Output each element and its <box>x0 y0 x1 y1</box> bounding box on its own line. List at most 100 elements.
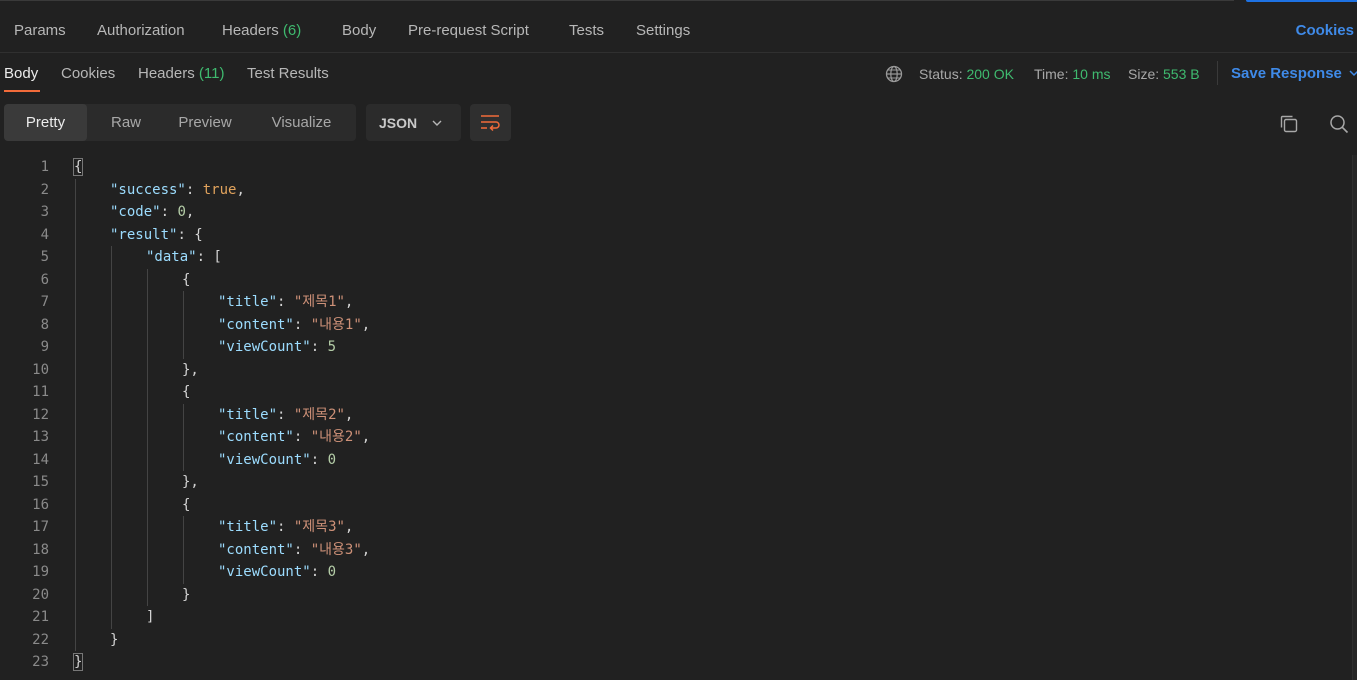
line-number: 11 <box>32 384 49 400</box>
code-token: "내용3" <box>310 541 362 558</box>
code-token: : <box>277 406 294 423</box>
response-tab-test-results[interactable]: Test Results <box>247 65 329 82</box>
tab-tests[interactable]: Tests <box>569 22 604 39</box>
code-content: ] <box>146 606 154 629</box>
code-token: : <box>310 564 328 580</box>
response-tab-cookies[interactable]: Cookies <box>61 65 115 82</box>
code-content: "viewCount": 5 <box>218 336 336 359</box>
editor-scrollbar[interactable] <box>1352 155 1357 680</box>
code-token: "내용2" <box>310 429 362 445</box>
code-token: , <box>361 316 371 333</box>
response-tab-headers[interactable]: Headers (11) <box>138 65 224 82</box>
indent-guide <box>147 268 148 606</box>
status-value: 200 OK <box>966 66 1014 82</box>
code-token: , <box>361 541 371 558</box>
time-indicator[interactable]: Time: 10 ms <box>1034 66 1111 82</box>
tab-params[interactable]: Params <box>14 22 66 39</box>
code-token: : <box>310 451 328 468</box>
code-token: : <box>310 339 328 355</box>
line-number: 23 <box>32 654 49 670</box>
code-token: , <box>361 429 371 445</box>
code-content: "title": "제목2", <box>218 404 353 427</box>
line-number: 2 <box>40 181 49 198</box>
code-line: 14 "viewCount": 0 <box>0 449 1352 472</box>
time-value: 10 ms <box>1072 66 1111 82</box>
line-number: 16 <box>32 496 49 513</box>
tab-prerequest-script[interactable]: Pre-request Script <box>408 22 529 39</box>
code-token: : <box>185 181 203 198</box>
cookies-link[interactable]: Cookies <box>1296 22 1354 39</box>
search-icon[interactable] <box>1329 114 1349 134</box>
code-content: { <box>182 381 190 404</box>
wrap-lines-button[interactable] <box>470 104 511 141</box>
code-token: , <box>344 519 354 535</box>
code-line: 1{ <box>0 156 1352 179</box>
response-tab-body[interactable]: Body <box>4 65 38 82</box>
code-content: "success": true, <box>110 179 245 202</box>
code-token: } <box>182 586 191 603</box>
indent-guide <box>183 516 184 584</box>
response-tab-headers-label: Headers <box>138 65 195 82</box>
chevron-down-icon <box>432 120 442 126</box>
tab-headers[interactable]: Headers (6) <box>222 22 301 39</box>
code-line: 19 "viewCount": 0 <box>0 561 1352 584</box>
request-tabs: Params Authorization Headers (6) Body Pr… <box>0 10 1357 53</box>
code-content: "viewCount": 0 <box>218 449 336 472</box>
code-token: : [ <box>196 249 222 265</box>
code-line: 7 "title": "제목1", <box>0 291 1352 314</box>
code-content: { <box>182 494 190 517</box>
code-token: , <box>185 204 195 220</box>
line-number: 10 <box>32 361 49 378</box>
code-token: "title" <box>218 519 278 535</box>
size-label: Size: <box>1128 66 1160 82</box>
code-content: } <box>182 584 190 607</box>
code-line: 3 "code": 0, <box>0 201 1352 224</box>
save-response-button[interactable]: Save Response <box>1231 65 1342 82</box>
send-button-edge[interactable] <box>1246 0 1357 2</box>
code-content: "data": [ <box>146 246 222 269</box>
code-line: 20} <box>0 584 1352 607</box>
size-value: 553 B <box>1163 66 1200 82</box>
code-token: : <box>277 294 294 310</box>
code-content: "result": { <box>110 224 203 247</box>
code-token: { <box>182 271 191 288</box>
status-indicator[interactable]: Status: 200 OK <box>919 66 1014 82</box>
code-token: "viewCount" <box>218 339 311 355</box>
size-indicator[interactable]: Size: 553 B <box>1128 66 1200 82</box>
wrap-lines-icon <box>481 115 500 132</box>
globe-icon[interactable] <box>885 65 903 83</box>
tab-authorization[interactable]: Authorization <box>97 22 185 39</box>
indent-guide <box>183 403 184 471</box>
tab-settings[interactable]: Settings <box>636 22 690 39</box>
response-tabs: Body Cookies Headers (11) Test Results S… <box>0 53 1357 93</box>
line-number: 1 <box>40 159 49 175</box>
code-token: , <box>236 181 245 198</box>
code-token: "content" <box>218 429 294 445</box>
code-token: : <box>293 316 311 333</box>
view-mode-pretty[interactable]: Pretty <box>4 104 87 141</box>
code-content: "title": "제목3", <box>218 516 353 539</box>
copy-icon[interactable] <box>1279 114 1299 134</box>
code-line: 6{ <box>0 269 1352 292</box>
chevron-down-icon[interactable] <box>1348 67 1357 79</box>
active-tab-indicator <box>4 90 40 92</box>
code-token: : <box>277 519 294 535</box>
code-token: : { <box>177 226 203 243</box>
tab-headers-label: Headers <box>222 22 279 39</box>
view-mode-preview[interactable]: Preview <box>163 104 247 141</box>
format-select[interactable]: JSON <box>366 104 461 141</box>
line-number: 7 <box>40 294 49 310</box>
code-line: 13 "content": "내용2", <box>0 426 1352 449</box>
indent-guide <box>75 178 76 651</box>
line-number: 17 <box>32 519 49 535</box>
tab-body[interactable]: Body <box>342 22 376 39</box>
code-content: "content": "내용3", <box>218 539 370 562</box>
view-mode-visualize[interactable]: Visualize <box>247 104 356 141</box>
code-token: : <box>160 204 178 220</box>
line-number: 13 <box>32 429 49 445</box>
code-line: 17 "title": "제목3", <box>0 516 1352 539</box>
view-mode-raw[interactable]: Raw <box>89 104 163 141</box>
response-body-editor[interactable]: 1{2 "success": true, 3 "code": 0, 4 "result":… <box>0 155 1352 680</box>
code-token: { <box>182 384 191 400</box>
line-number: 4 <box>40 226 49 243</box>
